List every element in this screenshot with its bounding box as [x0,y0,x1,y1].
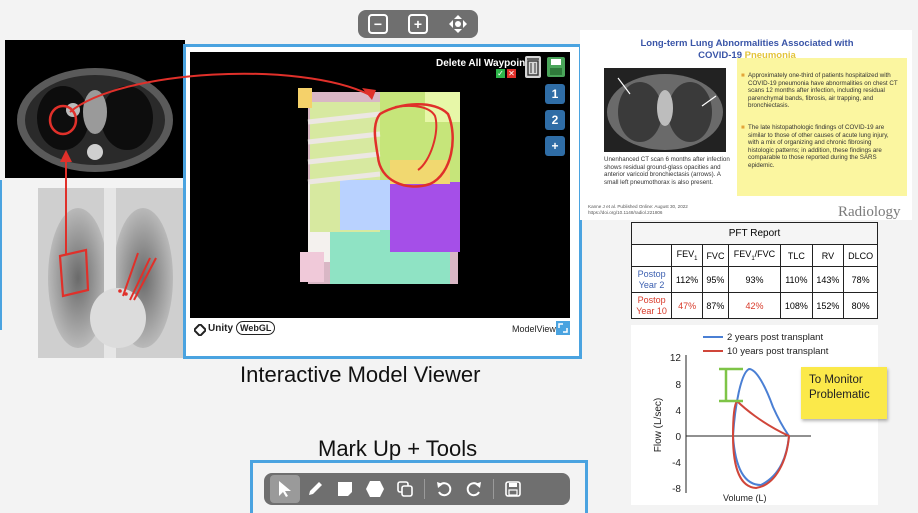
table-cell: 42% [727,292,782,319]
paper-title-line1: Long-term Lung Abnormalities Associated … [640,38,854,49]
redo-button[interactable] [459,475,489,503]
zoom-in-button[interactable]: + [407,13,429,35]
pft-header: FVC [701,244,729,267]
y-tick-label: 12 [670,353,682,364]
copy-icon [397,481,413,497]
save-icon [505,481,521,497]
markup-toolbar [264,473,570,505]
table-cell: 112% [671,266,703,293]
save-button[interactable] [498,475,528,503]
y-tick-label: 8 [675,380,681,391]
table-cell: 80% [843,292,878,319]
unity-label: Unity [208,323,233,334]
pft-header: DLCO [843,244,878,267]
table-cell: 110% [780,266,813,293]
fullscreen-icon[interactable] [556,321,570,335]
toolbar-divider [493,479,494,499]
sticky-note-line2: Problematic [809,389,870,401]
pft-header: RV [811,244,845,267]
pft-header [630,244,673,267]
pointer-tool[interactable] [270,475,300,503]
table-cell: 95% [701,266,729,293]
toolbar-divider [424,479,425,499]
note-icon [338,482,352,496]
paper-ct-image [604,68,726,152]
viewer-footer: Unity WebGL ModelViewer [190,318,570,342]
webgl-logo: WebGL [236,321,276,335]
pft-header: FEV1 [671,244,703,267]
table-cell: 152% [811,292,845,319]
left-edge-accent [0,180,2,330]
waypoint-2-button[interactable]: 2 [545,110,565,130]
row-label: Postop Year 2 [630,266,673,293]
table-cell: 47% [671,292,703,319]
viewer-caption: Interactive Model Viewer [240,362,481,387]
pencil-tool[interactable] [300,475,330,503]
tools-caption: Mark Up + Tools [318,436,478,461]
trash-icon[interactable] [524,56,542,78]
paper-bullet-2: ■ The late histopathologic findings of CO… [741,124,889,169]
curve-10-years [731,399,791,490]
paper-bullet-1: ■ Approximately one-third of patients hos… [741,72,898,110]
y-axis-label: Flow (L/sec) [653,398,664,452]
paper-image-caption: Unenhanced CT scan 6 months after infect… [604,156,730,186]
note-tool[interactable] [330,475,360,503]
chest-xray-image [38,188,183,358]
shape-tool[interactable] [360,475,390,503]
zoom-out-button[interactable]: − [367,13,389,35]
plus-square-icon: + [408,14,428,34]
table-cell: 143% [811,266,845,293]
minus-square-icon: − [368,14,388,34]
table-row: Postop Year 2 112% 95% 93% 110% 143% 78% [630,266,878,293]
pft-title: PFT Report [631,222,878,245]
pencil-icon [309,482,322,495]
sticky-note[interactable]: To Monitor Problematic [801,367,887,419]
confirm-check-icon[interactable]: ✓ [496,69,505,78]
paper-citation: Kanne J et al. Published Online: August … [588,204,688,215]
pointer-icon [279,481,291,497]
table-cell: 87% [701,292,729,319]
table-cell: 78% [843,266,878,293]
save-waypoints-icon[interactable] [546,56,566,78]
sticky-note-line1: To Monitor [809,374,863,386]
copy-tool[interactable] [390,475,420,503]
y-tick-label: 4 [675,406,681,417]
waypoint-1-button[interactable]: 1 [545,84,565,104]
pft-header: FEV1/FVC [727,244,782,267]
add-waypoint-button[interactable]: + [545,136,565,156]
row-label: Postop Year 10 [630,292,673,319]
redo-icon [466,482,481,497]
cancel-x-icon[interactable]: ✕ [507,69,516,78]
legend-2-years: 2 years post transplant [727,332,823,343]
unity-logo-icon [192,322,208,338]
y-tick-label: 0 [675,432,681,443]
y-tick-label: -8 [672,484,681,495]
pan-button[interactable] [447,13,469,35]
ct-scan-image [5,40,185,178]
undo-button[interactable] [429,475,459,503]
move-arrows-icon [449,15,467,33]
table-cell: 93% [727,266,782,293]
pft-header: TLC [780,244,813,267]
legend-10-years: 10 years post transplant [727,346,829,357]
y-tick-label: -4 [672,458,681,469]
zoom-toolbar: − + [358,10,478,38]
table-cell: 108% [780,292,813,319]
model-viewer-canvas[interactable]: Delete All Waypoints? ✓ ✕ 1 2 + [190,52,570,318]
pft-report-table: PFT Report FEV1 FVC FEV1/FVC TLC RV DLCO… [630,222,878,319]
hexagon-icon [366,481,384,497]
lung-3d-model[interactable] [190,52,570,318]
x-axis-label: Volume (L) [723,493,767,503]
table-row: Postop Year 10 47% 87% 42% 108% 152% 80% [630,292,878,319]
radiology-logo: Radiology [838,204,901,220]
undo-icon [437,482,452,497]
